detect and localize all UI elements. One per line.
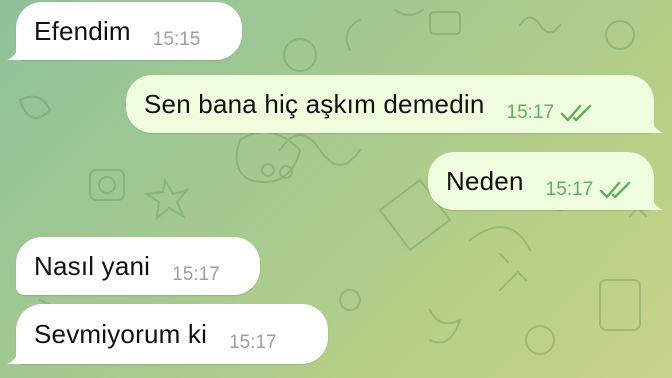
message-meta: 15:17 — [229, 332, 277, 354]
message-bubble-outgoing[interactable]: Sen bana hiç aşkım demedin 15:17 — [126, 75, 663, 133]
message-bubble-outgoing[interactable]: Neden 15:17 — [428, 152, 663, 210]
chat-background: Efendim 15:15 Sen bana hiç aşkım demedin… — [0, 0, 672, 378]
message-time: 15:17 — [545, 179, 594, 200]
message-bubble-incoming[interactable]: Sevmiyorum ki 15:17 — [7, 304, 328, 364]
message-time: 15:17 — [506, 102, 555, 123]
read-double-check-icon — [560, 104, 592, 122]
message-bubble-incoming[interactable]: Efendim 15:15 — [7, 2, 242, 60]
message-meta: 15:17 — [172, 264, 220, 286]
message-bubble-incoming[interactable]: Nasıl yani 15:17 — [16, 237, 260, 295]
message-meta: 15:15 — [153, 29, 201, 51]
bubble-tail-icon — [7, 348, 23, 364]
message-meta: 15:17 — [507, 102, 595, 124]
message-time: 15:17 — [172, 264, 220, 285]
message-text: Nasıl yani — [34, 250, 151, 281]
read-double-check-icon — [599, 181, 631, 199]
message-text: Efendim — [34, 15, 131, 46]
bubble-tail-icon — [647, 117, 663, 133]
bubble-tail-icon — [7, 44, 23, 60]
message-time: 15:17 — [229, 332, 277, 353]
bubble-tail-icon — [647, 194, 663, 210]
message-time: 15:15 — [152, 29, 201, 50]
message-text: Sen bana hiç aşkım demedin — [144, 88, 485, 119]
message-meta: 15:17 — [546, 179, 634, 201]
message-text: Sevmiyorum ki — [34, 318, 208, 349]
message-text: Neden — [446, 165, 524, 196]
